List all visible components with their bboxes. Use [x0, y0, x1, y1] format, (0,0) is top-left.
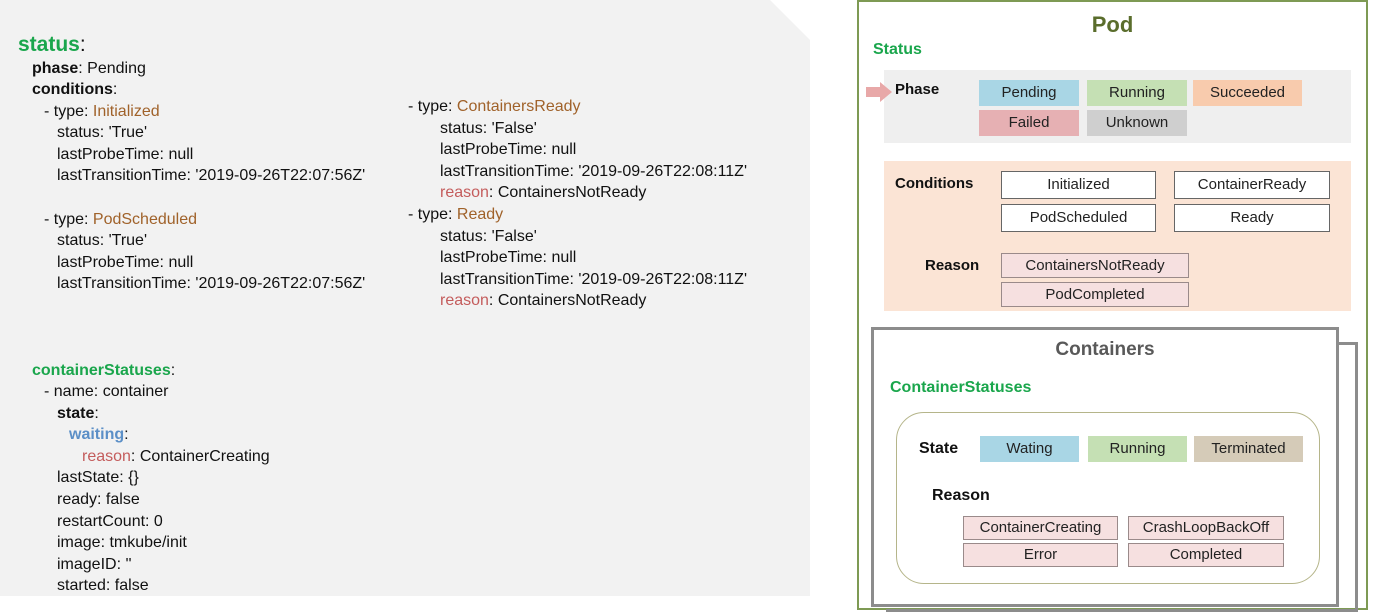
condition-containersready-type: - type: ContainersReady [408, 98, 581, 115]
condition-chip-podscheduled: PodScheduled [1001, 204, 1156, 232]
phase-line: phase: Pending [32, 60, 146, 77]
condition-ready-type: - type: Ready [408, 206, 504, 223]
waiting-reason: reason: ContainerCreating [82, 448, 270, 465]
state-chip-waiting: Wating [980, 436, 1079, 462]
reason-chip-podcompleted: PodCompleted [1001, 282, 1189, 307]
phase-chip-succeeded: Succeeded [1193, 80, 1302, 106]
condition-chip-ready: Ready [1174, 204, 1330, 232]
image-id-line: imageID: '' [57, 556, 132, 573]
waiting-key: waiting: [69, 426, 129, 443]
condition-podscheduled-probe: lastProbeTime: null [57, 254, 194, 271]
condition-ready-status: status: 'False' [440, 228, 537, 245]
condition-containersready-probe: lastProbeTime: null [440, 141, 577, 158]
container-reason-chip-completed: Completed [1128, 543, 1284, 567]
container-reason-chip-error: Error [963, 543, 1118, 567]
status-label: Status [873, 41, 922, 58]
container-name-line: - name: container [44, 383, 169, 400]
status-key: status: [18, 33, 86, 56]
condition-podscheduled-transition: lastTransitionTime: '2019-09-26T22:07:56… [57, 275, 366, 292]
condition-podscheduled-type: - type: PodScheduled [44, 211, 197, 228]
containers-title: Containers [1055, 339, 1155, 360]
container-statuses-key: containerStatuses: [32, 362, 176, 379]
conditions-label: Conditions [895, 175, 974, 192]
state-key: state: [57, 405, 99, 422]
reason-chip-containersnotready: ContainersNotReady [1001, 253, 1189, 278]
container-reason-chip-crashloopbackoff: CrashLoopBackOff [1128, 516, 1284, 540]
condition-ready-probe: lastProbeTime: null [440, 249, 577, 266]
condition-initialized-probe: lastProbeTime: null [57, 146, 194, 163]
last-state-line: lastState: {} [57, 469, 139, 486]
reason-label: Reason [925, 257, 980, 274]
state-chip-running: Running [1088, 436, 1187, 462]
ready-line: ready: false [57, 491, 140, 508]
phase-label: Phase [895, 81, 940, 98]
condition-containersready-transition: lastTransitionTime: '2019-09-26T22:08:11… [440, 163, 747, 180]
phase-chip-running: Running [1087, 80, 1187, 106]
restart-count-line: restartCount: 0 [57, 513, 163, 530]
condition-ready-reason: reason: ContainersNotReady [440, 292, 647, 309]
container-reason-label: Reason [932, 487, 990, 504]
conditions-key: conditions: [32, 81, 118, 98]
container-reason-chip-containercreating: ContainerCreating [963, 516, 1118, 540]
condition-containersready-reason: reason: ContainersNotReady [440, 184, 647, 201]
container-statuses-label: ContainerStatuses [890, 379, 1032, 396]
condition-initialized-transition: lastTransitionTime: '2019-09-26T22:07:56… [57, 167, 366, 184]
condition-chip-containerready: ContainerReady [1174, 171, 1330, 199]
state-chip-terminated: Terminated [1194, 436, 1303, 462]
pod-title: Pod [1091, 12, 1134, 37]
started-line: started: false [57, 577, 149, 594]
state-label: State [919, 440, 959, 457]
condition-containersready-status: status: 'False' [440, 120, 537, 137]
phase-chip-unknown: Unknown [1087, 110, 1187, 136]
phase-arrow-icon [866, 82, 892, 102]
phase-chip-pending: Pending [979, 80, 1079, 106]
condition-ready-transition: lastTransitionTime: '2019-09-26T22:08:11… [440, 271, 747, 288]
image-line: image: tmkube/init [57, 534, 187, 551]
condition-chip-initialized: Initialized [1001, 171, 1156, 199]
condition-podscheduled-status: status: 'True' [57, 232, 147, 249]
phase-chip-failed: Failed [979, 110, 1079, 136]
condition-initialized-status: status: 'True' [57, 124, 147, 141]
condition-initialized-type: - type: Initialized [44, 103, 160, 120]
